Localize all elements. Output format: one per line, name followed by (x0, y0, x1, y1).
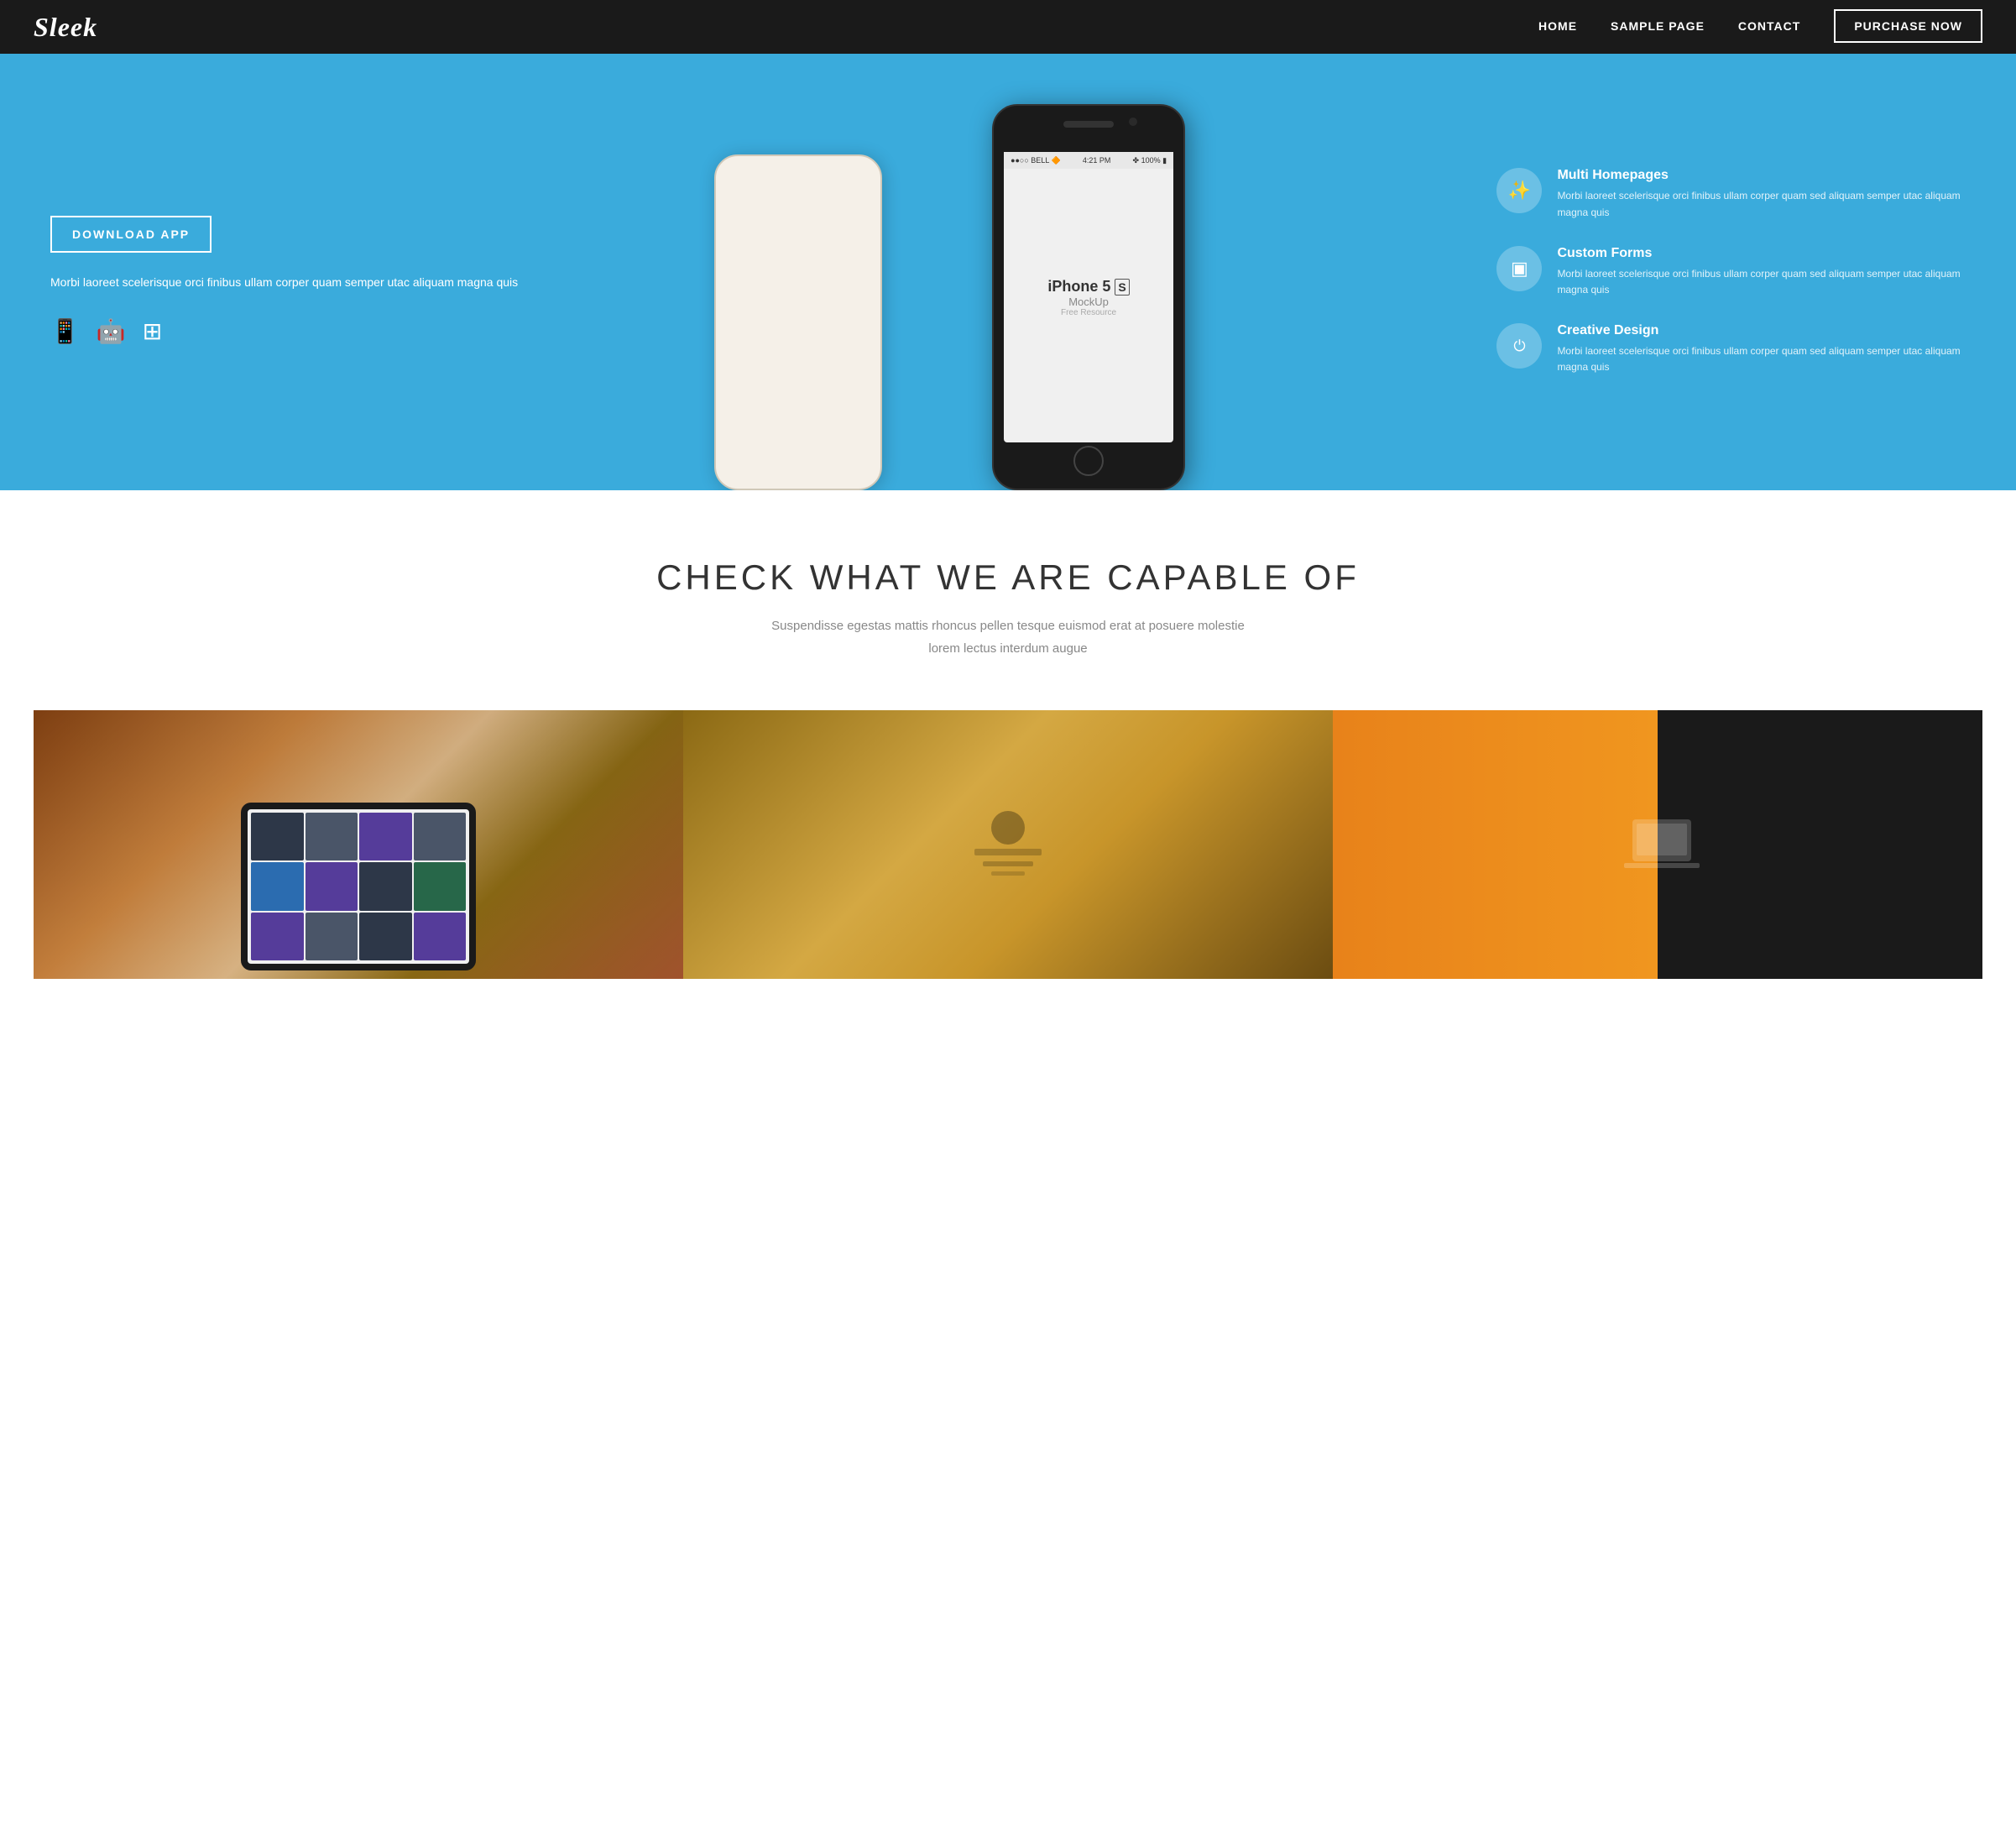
phone-status-bar: ●●○○ BELL 🔶 4:21 PM ✤ 100% ▮ (1004, 152, 1173, 169)
download-app-button[interactable]: DOWNLOAD APP (50, 216, 212, 253)
hero-description: Morbi laoreet scelerisque orci finibus u… (50, 273, 672, 293)
nav-links: HOME SAMPLE PAGE CONTACT PURCHASE NOW (1538, 19, 1982, 34)
multi-homepages-desc: Morbi laoreet scelerisque orci finibus u… (1557, 188, 1991, 220)
tc-11 (359, 913, 412, 960)
multi-homepages-text: Multi Homepages Morbi laoreet scelerisqu… (1557, 168, 1991, 220)
multi-homepages-icon: ✨ (1496, 168, 1542, 213)
logo: Sleek (34, 12, 97, 43)
feature-creative-design: ⏻ Creative Design Morbi laoreet sceleris… (1496, 323, 1991, 375)
creative-design-desc: Morbi laoreet scelerisque orci finibus u… (1557, 343, 1991, 375)
image-stationary (683, 710, 1333, 979)
image-grid (34, 710, 1982, 979)
nav-link-home[interactable]: HOME (1538, 19, 1577, 33)
hero-left: DOWNLOAD APP Morbi laoreet scelerisque o… (0, 54, 706, 490)
custom-forms-text: Custom Forms Morbi laoreet scelerisque o… (1557, 246, 1991, 298)
tc-1 (251, 813, 304, 860)
nav-item-sample-page[interactable]: SAMPLE PAGE (1611, 19, 1705, 34)
status-battery: ✤ 100% ▮ (1133, 156, 1167, 165)
tc-12 (414, 913, 467, 960)
tc-8 (414, 862, 467, 910)
nav-item-home[interactable]: HOME (1538, 19, 1577, 34)
tc-4 (414, 813, 467, 860)
phone-camera (1129, 118, 1137, 126)
phone-home-button (1073, 446, 1104, 476)
status-time: 4:21 PM (1083, 156, 1111, 165)
creative-design-title: Creative Design (1557, 323, 1991, 338)
phone-subtitle: MockUp (1068, 296, 1109, 308)
navbar: Sleek HOME SAMPLE PAGE CONTACT PURCHASE … (0, 0, 2016, 54)
ios-icon: 📱 (50, 317, 80, 345)
capabilities-section: CHECK WHAT WE ARE CAPABLE OF Suspendisse… (0, 490, 2016, 1029)
hero-center: ●●○○ BELL 🔶 4:21 PM ✤ 100% ▮ iPhone 5 S … (706, 54, 1472, 490)
nav-item-contact[interactable]: CONTACT (1738, 19, 1800, 34)
tc-10 (306, 913, 358, 960)
hero-section: DOWNLOAD APP Morbi laoreet scelerisque o… (0, 54, 2016, 490)
tc-7 (359, 862, 412, 910)
phone-model: iPhone 5 S (1047, 278, 1129, 296)
image-laptop (1333, 710, 1982, 979)
feature-multi-homepages: ✨ Multi Homepages Morbi laoreet sceleris… (1496, 168, 1991, 220)
nav-item-purchase[interactable]: PURCHASE NOW (1834, 19, 1982, 34)
phone-back (714, 154, 882, 490)
tc-2 (306, 813, 358, 860)
tc-6 (306, 862, 358, 910)
status-carrier: ●●○○ BELL 🔶 (1011, 156, 1061, 165)
stationary-placeholder (683, 710, 1333, 979)
image-tablet (34, 710, 683, 979)
multi-homepages-title: Multi Homepages (1557, 168, 1991, 183)
custom-forms-icon: ▣ (1496, 246, 1542, 291)
phone-caption: Free Resource (1061, 308, 1116, 317)
platform-icons: 📱 🤖 ⊞ (50, 317, 672, 345)
nav-link-sample-page[interactable]: SAMPLE PAGE (1611, 19, 1705, 33)
tablet-device (241, 803, 476, 970)
android-icon: 🤖 (97, 317, 126, 345)
tc-3 (359, 813, 412, 860)
phone-front: ●●○○ BELL 🔶 4:21 PM ✤ 100% ▮ iPhone 5 S … (992, 104, 1185, 490)
laptop-placeholder (1333, 710, 1982, 979)
capabilities-description: Suspendisse egestas mattis rhoncus pelle… (756, 615, 1260, 660)
windows-icon: ⊞ (143, 317, 162, 345)
purchase-button[interactable]: PURCHASE NOW (1834, 9, 1982, 43)
hero-right: ✨ Multi Homepages Morbi laoreet sceleris… (1471, 54, 2016, 490)
tc-5 (251, 862, 304, 910)
phone-screen: iPhone 5 S MockUp Free Resource (1004, 152, 1173, 442)
creative-design-text: Creative Design Morbi laoreet scelerisqu… (1557, 323, 1991, 375)
capabilities-title: CHECK WHAT WE ARE CAPABLE OF (34, 557, 1982, 598)
tc-9 (251, 913, 304, 960)
nav-link-contact[interactable]: CONTACT (1738, 19, 1800, 33)
creative-design-icon: ⏻ (1496, 323, 1542, 369)
feature-custom-forms: ▣ Custom Forms Morbi laoreet scelerisque… (1496, 246, 1991, 298)
custom-forms-title: Custom Forms (1557, 246, 1991, 261)
phone-speaker (1063, 121, 1114, 128)
custom-forms-desc: Morbi laoreet scelerisque orci finibus u… (1557, 266, 1991, 298)
phone-container: ●●○○ BELL 🔶 4:21 PM ✤ 100% ▮ iPhone 5 S … (706, 54, 1472, 490)
